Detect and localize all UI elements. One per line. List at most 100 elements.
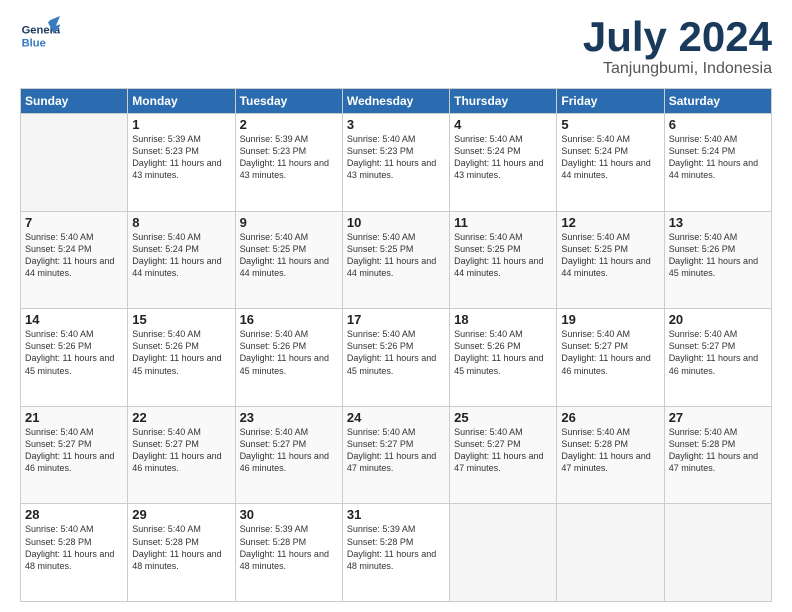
day-number: 29 xyxy=(132,507,230,522)
calendar-day-header: Tuesday xyxy=(235,89,342,114)
calendar-cell xyxy=(557,504,664,602)
day-info: Sunrise: 5:40 AM Sunset: 5:27 PM Dayligh… xyxy=(347,426,445,475)
calendar-cell: 4Sunrise: 5:40 AM Sunset: 5:24 PM Daylig… xyxy=(450,114,557,212)
day-info: Sunrise: 5:40 AM Sunset: 5:27 PM Dayligh… xyxy=(454,426,552,475)
day-number: 12 xyxy=(561,215,659,230)
calendar-day-header: Monday xyxy=(128,89,235,114)
header: General Blue July 2024 Tanjungbumi, Indo… xyxy=(20,16,772,78)
calendar-day-header: Wednesday xyxy=(342,89,449,114)
calendar-cell: 28Sunrise: 5:40 AM Sunset: 5:28 PM Dayli… xyxy=(21,504,128,602)
day-info: Sunrise: 5:39 AM Sunset: 5:28 PM Dayligh… xyxy=(347,523,445,572)
calendar-cell xyxy=(450,504,557,602)
day-number: 18 xyxy=(454,312,552,327)
calendar-cell: 23Sunrise: 5:40 AM Sunset: 5:27 PM Dayli… xyxy=(235,406,342,504)
day-info: Sunrise: 5:40 AM Sunset: 5:27 PM Dayligh… xyxy=(240,426,338,475)
calendar-day-header: Thursday xyxy=(450,89,557,114)
day-info: Sunrise: 5:40 AM Sunset: 5:25 PM Dayligh… xyxy=(454,231,552,280)
day-info: Sunrise: 5:40 AM Sunset: 5:27 PM Dayligh… xyxy=(132,426,230,475)
day-number: 10 xyxy=(347,215,445,230)
calendar-cell: 25Sunrise: 5:40 AM Sunset: 5:27 PM Dayli… xyxy=(450,406,557,504)
day-info: Sunrise: 5:40 AM Sunset: 5:24 PM Dayligh… xyxy=(669,133,767,182)
calendar-cell: 2Sunrise: 5:39 AM Sunset: 5:23 PM Daylig… xyxy=(235,114,342,212)
svg-text:Blue: Blue xyxy=(22,37,46,49)
day-number: 27 xyxy=(669,410,767,425)
logo: General Blue xyxy=(20,16,60,52)
day-number: 8 xyxy=(132,215,230,230)
day-info: Sunrise: 5:39 AM Sunset: 5:23 PM Dayligh… xyxy=(240,133,338,182)
calendar-cell: 31Sunrise: 5:39 AM Sunset: 5:28 PM Dayli… xyxy=(342,504,449,602)
calendar-cell: 20Sunrise: 5:40 AM Sunset: 5:27 PM Dayli… xyxy=(664,309,771,407)
calendar-week-row: 7 Sunrise: 5:40 AM Sunset: 5:24 PM Daylig… xyxy=(21,211,772,309)
day-number: 13 xyxy=(669,215,767,230)
calendar-cell: 6Sunrise: 5:40 AM Sunset: 5:24 PM Daylig… xyxy=(664,114,771,212)
day-number: 31 xyxy=(347,507,445,522)
calendar-cell: 29Sunrise: 5:40 AM Sunset: 5:28 PM Dayli… xyxy=(128,504,235,602)
day-info: Sunrise: 5:40 AM Sunset: 5:26 PM Dayligh… xyxy=(25,328,123,377)
calendar-week-row: 21 Sunrise: 5:40 AM Sunset: 5:27 PM Dayli… xyxy=(21,406,772,504)
calendar-cell xyxy=(21,114,128,212)
calendar-cell: 13Sunrise: 5:40 AM Sunset: 5:26 PM Dayli… xyxy=(664,211,771,309)
page: General Blue July 2024 Tanjungbumi, Indo… xyxy=(0,0,792,612)
title-block: July 2024 Tanjungbumi, Indonesia xyxy=(583,16,772,78)
day-number: 23 xyxy=(240,410,338,425)
calendar-cell: 14Sunrise: 5:40 AM Sunset: 5:26 PM Dayli… xyxy=(21,309,128,407)
day-number: 3 xyxy=(347,117,445,132)
day-number: 11 xyxy=(454,215,552,230)
day-info: Sunrise: 5:39 AM Sunset: 5:28 PM Dayligh… xyxy=(240,523,338,572)
calendar-cell: 26Sunrise: 5:40 AM Sunset: 5:28 PM Dayli… xyxy=(557,406,664,504)
calendar-cell: 24Sunrise: 5:40 AM Sunset: 5:27 PM Dayli… xyxy=(342,406,449,504)
calendar-cell: 19Sunrise: 5:40 AM Sunset: 5:27 PM Dayli… xyxy=(557,309,664,407)
day-info: Sunrise: 5:40 AM Sunset: 5:27 PM Dayligh… xyxy=(669,328,767,377)
day-info: Sunrise: 5:40 AM Sunset: 5:28 PM Dayligh… xyxy=(561,426,659,475)
calendar-cell: 3Sunrise: 5:40 AM Sunset: 5:23 PM Daylig… xyxy=(342,114,449,212)
day-info: Sunrise: 5:39 AM Sunset: 5:23 PM Dayligh… xyxy=(132,133,230,182)
calendar-cell: 1Sunrise: 5:39 AM Sunset: 5:23 PM Daylig… xyxy=(128,114,235,212)
day-info: Sunrise: 5:40 AM Sunset: 5:26 PM Dayligh… xyxy=(240,328,338,377)
day-info: Sunrise: 5:40 AM Sunset: 5:24 PM Dayligh… xyxy=(132,231,230,280)
calendar-cell: 30Sunrise: 5:39 AM Sunset: 5:28 PM Dayli… xyxy=(235,504,342,602)
calendar-week-row: 28Sunrise: 5:40 AM Sunset: 5:28 PM Dayli… xyxy=(21,504,772,602)
calendar-cell: 8Sunrise: 5:40 AM Sunset: 5:24 PM Daylig… xyxy=(128,211,235,309)
calendar-cell: 5Sunrise: 5:40 AM Sunset: 5:24 PM Daylig… xyxy=(557,114,664,212)
day-info: Sunrise: 5:40 AM Sunset: 5:23 PM Dayligh… xyxy=(347,133,445,182)
day-info: Sunrise: 5:40 AM Sunset: 5:26 PM Dayligh… xyxy=(669,231,767,280)
calendar-table: SundayMondayTuesdayWednesdayThursdayFrid… xyxy=(20,88,772,602)
calendar-cell: 7Sunrise: 5:40 AM Sunset: 5:24 PM Daylig… xyxy=(21,211,128,309)
day-number: 21 xyxy=(25,410,123,425)
day-number: 7 xyxy=(25,215,123,230)
calendar-cell: 9Sunrise: 5:40 AM Sunset: 5:25 PM Daylig… xyxy=(235,211,342,309)
day-info: Sunrise: 5:40 AM Sunset: 5:24 PM Dayligh… xyxy=(561,133,659,182)
day-number: 4 xyxy=(454,117,552,132)
day-number: 15 xyxy=(132,312,230,327)
calendar-cell: 10Sunrise: 5:40 AM Sunset: 5:25 PM Dayli… xyxy=(342,211,449,309)
logo-icon: General Blue xyxy=(20,16,60,52)
day-info: Sunrise: 5:40 AM Sunset: 5:28 PM Dayligh… xyxy=(132,523,230,572)
calendar-cell: 12Sunrise: 5:40 AM Sunset: 5:25 PM Dayli… xyxy=(557,211,664,309)
day-info: Sunrise: 5:40 AM Sunset: 5:27 PM Dayligh… xyxy=(561,328,659,377)
day-number: 16 xyxy=(240,312,338,327)
day-number: 30 xyxy=(240,507,338,522)
calendar-day-header: Saturday xyxy=(664,89,771,114)
calendar-cell: 11Sunrise: 5:40 AM Sunset: 5:25 PM Dayli… xyxy=(450,211,557,309)
day-number: 1 xyxy=(132,117,230,132)
day-number: 9 xyxy=(240,215,338,230)
location-title: Tanjungbumi, Indonesia xyxy=(583,60,772,78)
day-info: Sunrise: 5:40 AM Sunset: 5:25 PM Dayligh… xyxy=(561,231,659,280)
day-info: Sunrise: 5:40 AM Sunset: 5:26 PM Dayligh… xyxy=(347,328,445,377)
month-title: July 2024 xyxy=(583,16,772,58)
day-number: 28 xyxy=(25,507,123,522)
calendar-cell xyxy=(664,504,771,602)
day-info: Sunrise: 5:40 AM Sunset: 5:28 PM Dayligh… xyxy=(25,523,123,572)
day-number: 6 xyxy=(669,117,767,132)
day-number: 24 xyxy=(347,410,445,425)
day-number: 22 xyxy=(132,410,230,425)
calendar-cell: 22Sunrise: 5:40 AM Sunset: 5:27 PM Dayli… xyxy=(128,406,235,504)
calendar-cell: 17Sunrise: 5:40 AM Sunset: 5:26 PM Dayli… xyxy=(342,309,449,407)
calendar-day-header: Sunday xyxy=(21,89,128,114)
calendar-day-header: Friday xyxy=(557,89,664,114)
day-number: 17 xyxy=(347,312,445,327)
calendar-header-row: SundayMondayTuesdayWednesdayThursdayFrid… xyxy=(21,89,772,114)
calendar-cell: 15Sunrise: 5:40 AM Sunset: 5:26 PM Dayli… xyxy=(128,309,235,407)
day-info: Sunrise: 5:40 AM Sunset: 5:25 PM Dayligh… xyxy=(240,231,338,280)
calendar-week-row: 14Sunrise: 5:40 AM Sunset: 5:26 PM Dayli… xyxy=(21,309,772,407)
